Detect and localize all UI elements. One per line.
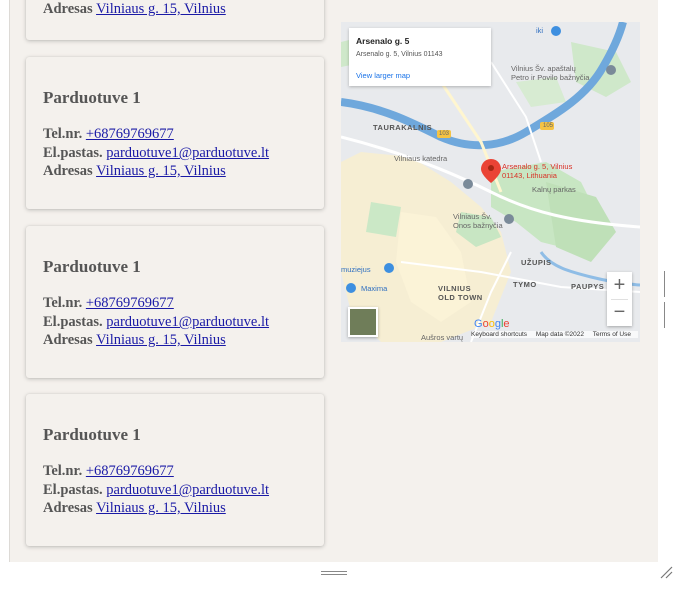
map-label: PAUPYS: [571, 282, 605, 291]
store-card: Parduotuve 1 Tel.nr. +68769769677 El.pas…: [26, 57, 324, 209]
address-link[interactable]: Vilniaus g. 15, Vilnius: [96, 163, 226, 179]
map-label: Kalnų parkas: [532, 185, 576, 194]
store-title: Parduotuve 1: [43, 88, 141, 107]
phone-label: Tel.nr.: [43, 463, 83, 479]
address-row: Adresas Vilniaus g. 15, Vilnius: [43, 500, 226, 517]
phone-label: Tel.nr.: [43, 295, 83, 311]
email-label: El.pastas.: [43, 145, 103, 161]
address-link[interactable]: Vilniaus g. 15, Vilnius: [96, 1, 226, 17]
address-link[interactable]: Vilniaus g. 15, Vilnius: [96, 500, 226, 516]
map-label: TYMO: [513, 280, 537, 289]
email-link[interactable]: parduotuve1@parduotuve.lt: [106, 482, 269, 498]
address-row: Adresas Vilniaus g. 15, Vilnius: [43, 1, 226, 18]
email-link[interactable]: parduotuve1@parduotuve.lt: [106, 145, 269, 161]
phone-link[interactable]: +68769769677: [86, 126, 174, 142]
satellite-toggle[interactable]: [348, 307, 378, 337]
phone-row: Tel.nr. +68769769677: [43, 295, 174, 312]
store-title: Parduotuve 1: [43, 425, 141, 444]
address-label: Adresas: [43, 500, 93, 516]
road-number: 103: [439, 131, 450, 137]
map-label: Vilnius Šv. apaštalų: [511, 64, 576, 73]
road-number: 105: [543, 123, 554, 129]
place-infobox: Arsenalo g. 5 Arsenalo g. 5, Vilnius 011…: [349, 28, 491, 86]
map-label: UŽUPIS: [521, 258, 552, 267]
keyboard-shortcuts-link[interactable]: Keyboard shortcuts: [471, 331, 527, 338]
map-label: Aušros vartų: [421, 333, 464, 342]
store-card: Parduotuve 1 Tel.nr. +68769769677 El.pas…: [26, 394, 324, 546]
terms-of-use-link[interactable]: Terms of Use: [593, 331, 631, 338]
map-label: OLD TOWN: [438, 293, 483, 302]
content-panel: Adresas Vilniaus g. 15, Vilnius Parduotu…: [10, 0, 658, 562]
email-label: El.pastas.: [43, 314, 103, 330]
map-attribution: Keyboard shortcuts Map data ©2022 Terms …: [471, 331, 638, 338]
map-data-text: Map data ©2022: [535, 331, 584, 338]
phone-row: Tel.nr. +68769769677: [43, 126, 174, 143]
embedded-map[interactable]: TAURAKALNIS 103 105 Vilniaus katedra Ars…: [341, 22, 640, 342]
address-label: Adresas: [43, 1, 93, 17]
map-label: Vilniaus katedra: [394, 154, 448, 163]
zoom-control: + −: [607, 272, 632, 326]
resize-corner-icon[interactable]: [659, 565, 673, 579]
map-label: TAURAKALNIS: [373, 123, 433, 132]
place-address: Arsenalo g. 5, Vilnius 01143: [356, 51, 443, 58]
address-label: Adresas: [43, 163, 93, 179]
marker-label: 01143, Lithuania: [502, 171, 557, 180]
scroll-grip-icon[interactable]: [664, 271, 669, 328]
place-name: Arsenalo g. 5: [356, 36, 410, 46]
phone-row: Tel.nr. +68769769677: [43, 463, 174, 480]
address-row: Adresas Vilniaus g. 15, Vilnius: [43, 332, 226, 349]
marker-label: Arsenalo g. 5, Vilnius: [502, 162, 573, 171]
address-label: Adresas: [43, 332, 93, 348]
address-row: Adresas Vilniaus g. 15, Vilnius: [43, 163, 226, 180]
google-logo: Google: [474, 318, 510, 330]
email-row: El.pastas. parduotuve1@parduotuve.lt: [43, 482, 269, 499]
email-label: El.pastas.: [43, 482, 103, 498]
store-card-partial: Adresas Vilniaus g. 15, Vilnius: [26, 0, 324, 40]
map-label: Maxima: [361, 284, 388, 293]
store-title: Parduotuve 1: [43, 257, 141, 276]
map-label: VILNIUS: [438, 284, 472, 293]
map-label: Onos bažnyčia: [453, 221, 503, 230]
phone-label: Tel.nr.: [43, 126, 83, 142]
address-link[interactable]: Vilniaus g. 15, Vilnius: [96, 332, 226, 348]
zoom-out-icon[interactable]: −: [607, 299, 632, 326]
page: Adresas Vilniaus g. 15, Vilnius Parduotu…: [0, 0, 682, 593]
map-label: muziejus: [341, 265, 371, 274]
phone-link[interactable]: +68769769677: [86, 295, 174, 311]
view-larger-map-link[interactable]: View larger map: [356, 71, 410, 80]
phone-link[interactable]: +68769769677: [86, 463, 174, 479]
email-link[interactable]: parduotuve1@parduotuve.lt: [106, 314, 269, 330]
map-label: Vilniaus Šv.: [453, 212, 492, 221]
store-card: Parduotuve 1 Tel.nr. +68769769677 El.pas…: [26, 226, 324, 378]
resize-grip-icon[interactable]: [321, 571, 347, 576]
map-label: Petro ir Povilo bažnyčia: [511, 73, 590, 82]
email-row: El.pastas. parduotuve1@parduotuve.lt: [43, 314, 269, 331]
email-row: El.pastas. parduotuve1@parduotuve.lt: [43, 145, 269, 162]
zoom-in-icon[interactable]: +: [607, 272, 632, 299]
map-label: iki: [536, 26, 544, 35]
zoom-divider: [611, 299, 628, 300]
